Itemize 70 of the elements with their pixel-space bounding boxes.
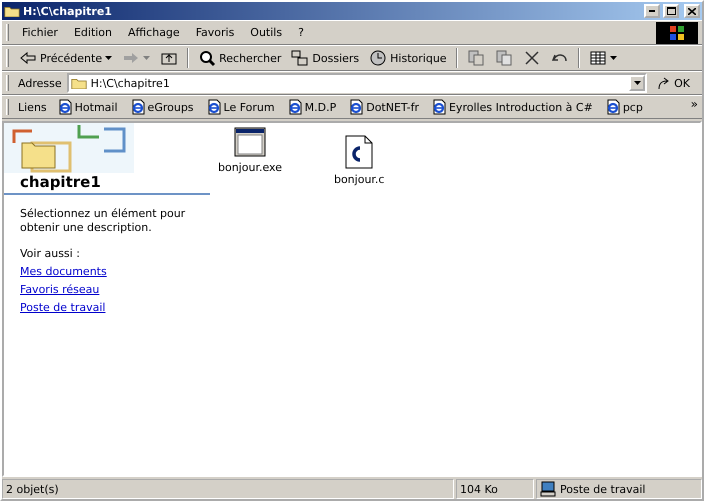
maximize-button[interactable] (663, 4, 679, 18)
see-also-link[interactable]: Poste de travail (20, 301, 106, 314)
more-chevron[interactable]: » (690, 97, 698, 111)
computer-icon (540, 481, 556, 497)
status-zone: Poste de travail (560, 482, 646, 496)
folder-tree-icon (291, 49, 310, 67)
browser-page-icon (56, 99, 73, 115)
see-also-link[interactable]: Favoris réseau (20, 283, 100, 296)
see-also-link[interactable]: Mes documents (20, 265, 107, 278)
dropdown-button[interactable] (629, 75, 646, 91)
maximize-icon (666, 7, 676, 15)
file-item[interactable]: bonjour.exe (218, 127, 282, 174)
window-icon (234, 127, 266, 157)
link-button[interactable]: Hotmail (52, 96, 123, 118)
grid-icon (588, 49, 607, 67)
link-button[interactable]: DotNET-fr (343, 96, 424, 118)
menu-item[interactable]: ? (291, 23, 311, 42)
folder-icon (4, 4, 20, 18)
window-title: H:\C\chapitre1 (23, 4, 113, 18)
address-field[interactable]: H:\C\chapitre1 (66, 73, 648, 93)
search-button[interactable]: Rechercher (194, 46, 286, 70)
address-text: H:\C\chapitre1 (90, 76, 171, 90)
browser-page-icon (130, 99, 146, 115)
browser-page-icon (430, 99, 447, 115)
menu-item[interactable]: Favoris (188, 23, 242, 42)
links-label: Liens (17, 100, 48, 114)
browser-page-icon (604, 99, 621, 115)
documents-icon (494, 49, 513, 67)
link-button[interactable]: M.D.P (282, 96, 342, 118)
close-button[interactable] (684, 4, 700, 18)
browser-page-icon (206, 99, 222, 115)
see-also-label: Voir aussi : (20, 247, 81, 260)
clock-icon (369, 49, 388, 67)
browser-page-icon (286, 99, 303, 115)
history-button[interactable]: Historique (365, 46, 451, 70)
folder-title: chapitre1 (4, 173, 210, 195)
menu-item[interactable]: Affichage (121, 23, 187, 42)
minimize-button[interactable] (644, 4, 660, 18)
menu-item[interactable]: Fichier (15, 23, 65, 42)
link-button[interactable]: Le Forum (200, 96, 280, 118)
back-button[interactable]: Précédente (15, 46, 116, 70)
description-text: Sélectionnez un élément pour obtenir une description. (20, 207, 186, 235)
search-icon (198, 49, 216, 67)
c-file-icon (345, 135, 374, 169)
arrow-curve-icon (657, 76, 672, 90)
flag-icon (669, 24, 685, 40)
documents-icon (466, 49, 485, 67)
caret-icon (105, 56, 112, 60)
arrow-left-icon (19, 49, 37, 67)
status-objects: 2 objet(s) (2, 479, 454, 499)
browser-page-icon (348, 99, 364, 115)
file-name: bonjour.exe (218, 161, 282, 174)
menu-item[interactable]: Edition (66, 23, 120, 42)
status-size: 104 Ko (456, 479, 534, 499)
folders-button[interactable]: Dossiers (287, 46, 364, 70)
file-item[interactable]: bonjour.c (334, 135, 384, 186)
file-name: bonjour.c (334, 173, 384, 186)
caret-icon (634, 81, 641, 85)
menu-item[interactable]: Outils (243, 23, 290, 42)
cross-icon (522, 49, 541, 67)
link-button[interactable]: eGroups (124, 96, 199, 118)
link-button[interactable]: pcp (600, 96, 648, 118)
go-button[interactable]: OK (649, 73, 698, 93)
caret-icon (143, 56, 150, 60)
close-icon (688, 8, 696, 14)
minimize-icon (649, 10, 655, 12)
caret-icon (610, 56, 617, 60)
link-button[interactable]: Eyrolles Introduction à C# (426, 96, 598, 118)
folder-icon (70, 76, 87, 90)
address-label: Adresse (17, 76, 63, 90)
